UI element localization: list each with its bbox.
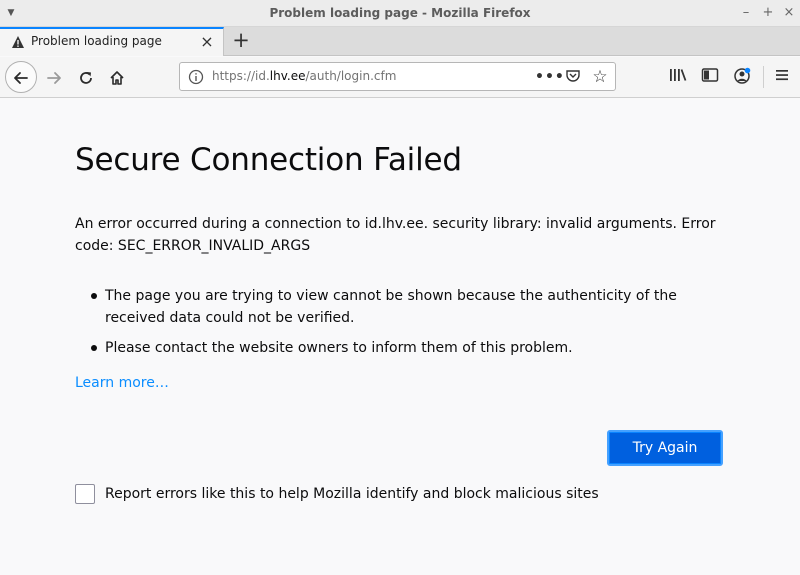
page-actions-icon[interactable]: ••• [535, 68, 564, 86]
home-icon [110, 70, 124, 85]
url-text[interactable]: https://id.lhv.ee/auth/login.cfm [212, 63, 396, 90]
bullet-icon [91, 345, 97, 351]
window-title: Problem loading page - Mozilla Firefox [269, 6, 531, 20]
title-bar: ▼ Problem loading page - Mozilla Firefox… [0, 0, 800, 27]
tab-problem-loading[interactable]: Problem loading page × [0, 27, 224, 56]
bullet-text: The page you are trying to view cannot b… [105, 288, 677, 326]
tab-label: Problem loading page [31, 34, 162, 48]
report-errors-checkbox[interactable] [75, 484, 95, 504]
learn-more-link[interactable]: Learn more… [75, 375, 169, 391]
tab-strip: Problem loading page × + [0, 27, 800, 56]
pocket-icon[interactable] [564, 68, 582, 86]
error-title: Secure Connection Failed [75, 142, 462, 178]
reload-icon [80, 71, 92, 84]
try-again-button[interactable]: Try Again [607, 430, 723, 466]
error-bullet-list: The page you are trying to view cannot b… [75, 285, 735, 367]
new-tab-button[interactable]: + [229, 29, 253, 53]
hamburger-menu-icon[interactable] [772, 67, 792, 87]
close-icon[interactable]: × [780, 4, 798, 22]
navigation-toolbar: https://id.lhv.ee/auth/login.cfm ••• ☆ [0, 57, 800, 98]
toolbar-separator [763, 66, 764, 88]
bullet-text: Please contact the website owners to inf… [105, 340, 573, 356]
sidebar-icon[interactable] [700, 67, 720, 87]
tab-close-icon[interactable]: × [198, 33, 216, 51]
reload-button[interactable] [72, 63, 100, 91]
info-icon[interactable] [188, 69, 204, 85]
bookmark-star-icon[interactable]: ☆ [591, 68, 609, 86]
forward-icon [47, 71, 61, 84]
account-icon[interactable] [732, 67, 752, 87]
url-bar[interactable]: https://id.lhv.ee/auth/login.cfm ••• ☆ [179, 62, 616, 91]
report-errors-label[interactable]: Report errors like this to help Mozilla … [105, 484, 599, 504]
maximize-icon[interactable]: + [759, 4, 777, 22]
url-host: lhv.ee [269, 69, 306, 83]
url-path: /auth/login.cfm [305, 69, 397, 83]
error-description: An error occurred during a connection to… [75, 216, 716, 254]
forward-button[interactable] [40, 63, 68, 91]
url-prefix: https://id. [212, 69, 270, 83]
error-page: Secure Connection Failed An error occurr… [0, 98, 800, 575]
warning-icon [11, 34, 25, 48]
back-icon [14, 71, 28, 84]
list-item: The page you are trying to view cannot b… [75, 285, 735, 329]
list-item: Please contact the website owners to inf… [75, 337, 735, 359]
minimize-icon[interactable]: – [737, 4, 755, 22]
library-icon[interactable] [668, 67, 688, 87]
home-button[interactable] [103, 63, 131, 91]
back-button[interactable] [5, 61, 37, 93]
bullet-icon [91, 293, 97, 299]
